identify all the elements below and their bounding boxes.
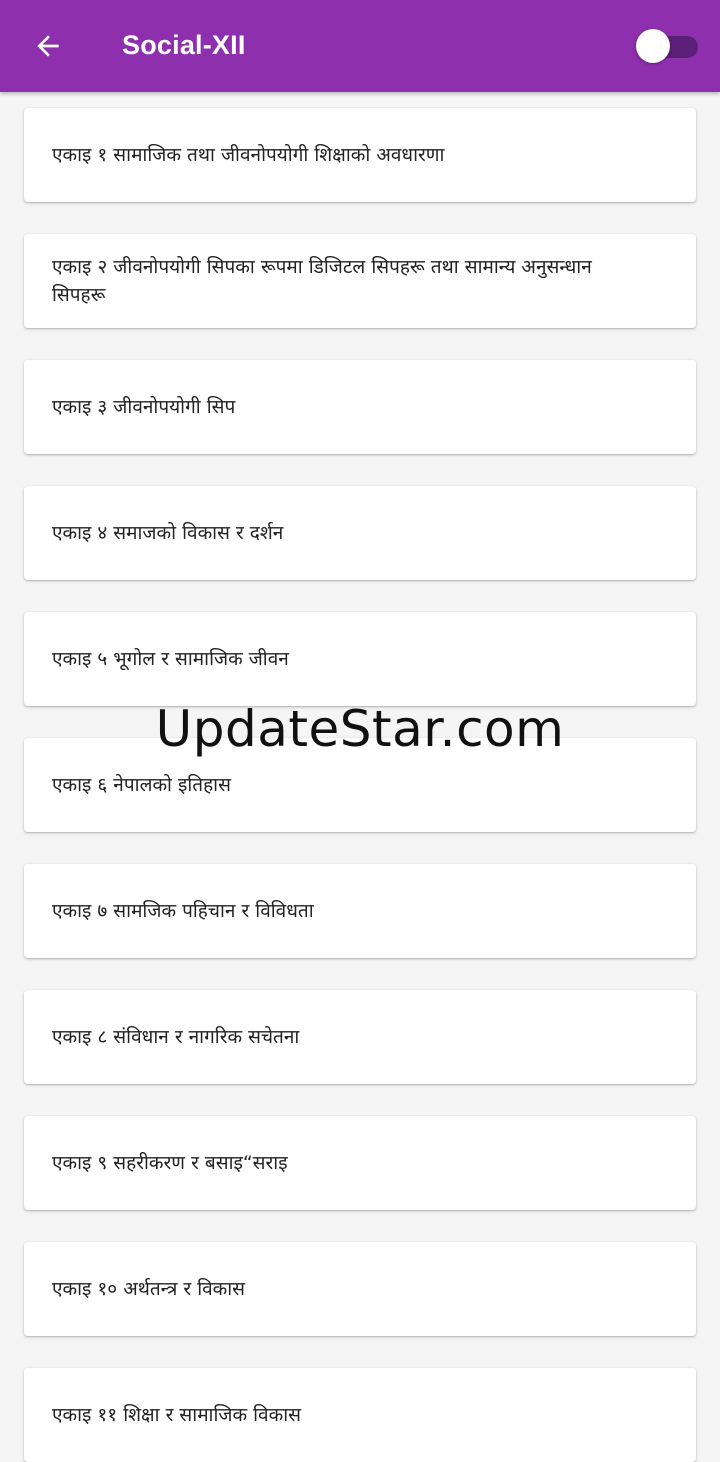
unit-card-8[interactable]: एकाइ ८ संविधान र नागरिक सचेतना (24, 990, 696, 1084)
back-button[interactable] (20, 22, 76, 70)
unit-card-5[interactable]: एकाइ ५ भूगोल र सामाजिक जीवन (24, 612, 696, 706)
unit-label: एकाइ २ जीवनोपयोगी सिपका रूपमा डिजिटल सिप… (52, 256, 592, 306)
unit-label: एकाइ ६ नेपालको इतिहास (52, 774, 231, 796)
unit-label: एकाइ ८ संविधान र नागरिक सचेतना (52, 1026, 300, 1048)
unit-card-10[interactable]: एकाइ १० अर्थतन्त्र र विकास (24, 1242, 696, 1336)
unit-card-2[interactable]: एकाइ २ जीवनोपयोगी सिपका रूपमा डिजिटल सिप… (24, 234, 696, 328)
unit-card-3[interactable]: एकाइ ३ जीवनोपयोगी सिप (24, 360, 696, 454)
unit-label: एकाइ ९ सहरीकरण र बसाइ“सराइ (52, 1152, 288, 1174)
page-title: Social-XII (122, 30, 246, 60)
unit-card-4[interactable]: एकाइ ४ समाजको विकास र दर्शन (24, 486, 696, 580)
unit-label: एकाइ ४ समाजको विकास र दर्शन (52, 522, 284, 544)
unit-card-7[interactable]: एकाइ ७ सामजिक पहिचान र विविधता (24, 864, 696, 958)
arrow-left-icon (37, 35, 59, 57)
unit-label: एकाइ १ सामाजिक तथा जीवनोपयोगी शिक्षाको अ… (52, 144, 445, 166)
unit-label: एकाइ ३ जीवनोपयोगी सिप (52, 396, 236, 418)
unit-card-11[interactable]: एकाइ ११ शिक्षा र सामाजिक विकास (24, 1368, 696, 1462)
unit-label: एकाइ ५ भूगोल र सामाजिक जीवन (52, 648, 289, 670)
watermark-text: UpdateStar.com (155, 700, 565, 758)
theme-toggle-switch[interactable] (634, 28, 700, 64)
unit-label: एकाइ ११ शिक्षा र सामाजिक विकास (52, 1404, 301, 1426)
toggle-thumb (636, 29, 670, 63)
unit-label: एकाइ १० अर्थतन्त्र र विकास (52, 1278, 246, 1300)
unit-card-9[interactable]: एकाइ ९ सहरीकरण र बसाइ“सराइ (24, 1116, 696, 1210)
app-bar: Social-XII (0, 0, 720, 92)
unit-label: एकाइ ७ सामजिक पहिचान र विविधता (52, 900, 314, 922)
unit-card-1[interactable]: एकाइ १ सामाजिक तथा जीवनोपयोगी शिक्षाको अ… (24, 108, 696, 202)
